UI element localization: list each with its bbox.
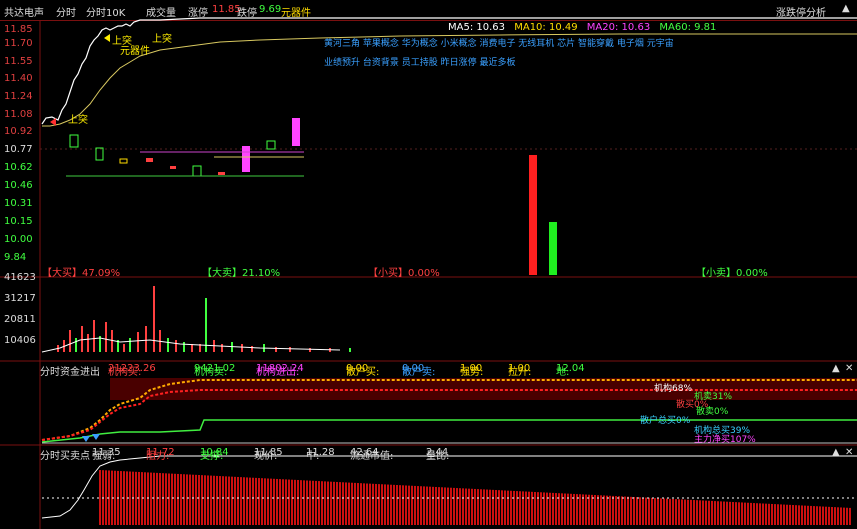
- fund-legend-retail-total: 散户总买0%: [640, 416, 691, 426]
- big-sell-value: 21.10%: [242, 268, 281, 279]
- pull-value: 1.00: [508, 363, 531, 374]
- big-buy-value: 47.09%: [82, 268, 121, 279]
- fund-legend-inst: 机构68%: [654, 384, 693, 394]
- big-buy-label: 【大买】: [42, 268, 82, 279]
- small-buy-value: 0.00%: [408, 268, 440, 279]
- big-sell-bar: [549, 222, 557, 275]
- concept-tags-line2[interactable]: 业绩预升 台资背景 员工持股 昨日涨停 最近多板: [324, 55, 515, 68]
- mid-value: 11.28: [306, 447, 335, 458]
- fund-legend-main-net: 主力净买107%: [694, 435, 756, 445]
- retail-sell-value: 0.00: [402, 363, 425, 374]
- ma-legend: MA5: 10.63 MA10: 10.49 MA20: 10.63 MA60:…: [448, 22, 716, 33]
- fund-pane-title[interactable]: 分时资金进出: [40, 363, 100, 378]
- inst-buy-value: 21223.26: [108, 363, 156, 374]
- cap-value: 42.64: [350, 447, 379, 458]
- signal-arrow-icon: [82, 436, 90, 442]
- volume-tick: 10406: [4, 335, 36, 346]
- small-buy-label: 【小买】: [368, 268, 408, 279]
- volume-bars: [57, 286, 351, 352]
- ground-value: 12.04: [556, 363, 585, 374]
- ratio-value: 2.44: [426, 447, 449, 458]
- breakout-arrow-icon: [50, 118, 56, 126]
- pane-close-icon[interactable]: ✕: [845, 363, 853, 374]
- breakout-arrow-icon: [104, 34, 110, 42]
- ma20-value: 10.63: [621, 22, 651, 33]
- volume-tick: 31217: [4, 293, 36, 304]
- ma60-label: MA60:: [659, 22, 691, 33]
- big-sell-label: 【大卖】: [202, 268, 242, 279]
- fund-pane-header: 分时资金进出 机构买: 21223.26 机构卖: 9421.02 机构进出: …: [0, 363, 857, 378]
- price-value: 11.85: [254, 447, 283, 458]
- ma20-label: MA20:: [586, 22, 619, 33]
- strength-value: 1.00: [460, 363, 483, 374]
- fund-legend-retail-sell: 散卖0%: [696, 407, 729, 417]
- strong-value: 11.35: [92, 447, 121, 458]
- breakout-label: 上突: [68, 115, 88, 126]
- ma60-value: 9.81: [694, 22, 717, 33]
- ma10-value: 10.49: [548, 22, 578, 33]
- sector-note: 元器件: [120, 46, 150, 57]
- ma5-label: MA5:: [448, 22, 474, 33]
- volume-tick: 41623: [4, 272, 36, 283]
- ma10-label: MA10:: [514, 22, 546, 33]
- small-sell-label: 【小卖】: [696, 268, 736, 279]
- trade-pane-title[interactable]: 分时买卖点: [40, 447, 90, 462]
- support-value: 10.84: [200, 447, 229, 458]
- small-sell-stat: 【小卖】0.00%: [696, 264, 768, 279]
- trade-pane-header: 分时买卖点 强弱: 11.35 阻力: 11.72 支撑: 10.84 现价: …: [0, 447, 857, 462]
- small-sell-value: 0.00%: [736, 268, 768, 279]
- big-buy-bar: [529, 155, 537, 275]
- signal-arrow-icon: [92, 434, 100, 440]
- ma5-value: 10.63: [476, 22, 506, 33]
- inst-sell-value: 9421.02: [194, 363, 236, 374]
- small-buy-stat: 【小买】0.00%: [368, 264, 440, 279]
- pane-expand-icon[interactable]: ▲: [832, 447, 840, 458]
- retail-buy-value: 0.00: [346, 363, 369, 374]
- big-sell-stat: 【大卖】21.10%: [202, 264, 280, 279]
- pane-expand-icon[interactable]: ▲: [832, 363, 840, 374]
- concept-tags-line1[interactable]: 黄河三角 苹果概念 华为概念 小米概念 消费电子 无线耳机 芯片 智能穿戴 电子…: [324, 36, 674, 49]
- breakout-label: 上突: [152, 34, 172, 45]
- big-buy-stat: 【大买】47.09%: [42, 264, 120, 279]
- volume-tick: 20811: [4, 314, 36, 325]
- pane-close-icon[interactable]: ✕: [845, 447, 853, 458]
- inst-net-value: 11802.24: [256, 363, 304, 374]
- resist-value: 11.72: [146, 447, 175, 458]
